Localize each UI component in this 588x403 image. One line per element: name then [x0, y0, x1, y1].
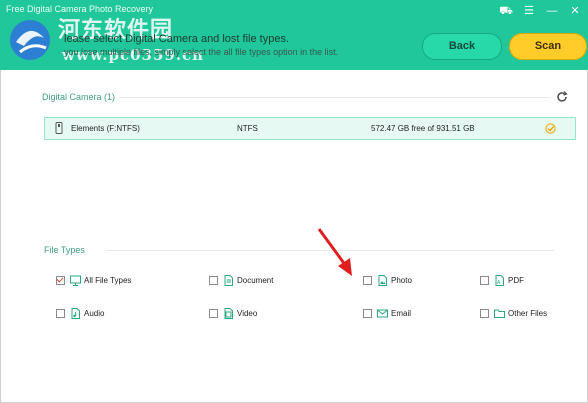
video-icon — [224, 307, 233, 319]
red-arrow-annotation — [317, 228, 352, 276]
monitor-icon — [70, 275, 81, 286]
sub-instruction-text: you lose multiple files, simply select t… — [64, 47, 339, 57]
pdf-icon: A — [495, 274, 504, 286]
folder-icon — [494, 309, 505, 318]
drive-row[interactable]: Elements (F:NTFS) NTFS 572.47 GB free of… — [44, 117, 576, 140]
drive-name: Elements (F:NTFS) — [71, 124, 140, 133]
store-icon[interactable]: ⛟ — [499, 4, 513, 18]
filetype-video-label: Video — [237, 308, 258, 318]
window-border-left — [0, 70, 1, 403]
checkbox-photo[interactable] — [363, 275, 372, 285]
app-logo-icon — [10, 20, 50, 60]
photo-icon — [378, 274, 387, 286]
checkbox-email[interactable] — [363, 308, 372, 318]
filetype-pdf[interactable]: A PDF — [480, 273, 524, 287]
checkbox-audio[interactable] — [56, 308, 65, 318]
filetype-audio-label: Audio — [84, 308, 105, 318]
refresh-icon[interactable] — [556, 91, 568, 103]
usb-drive-icon — [55, 122, 63, 134]
close-button[interactable]: ✕ — [568, 4, 582, 18]
back-button[interactable]: Back — [422, 33, 502, 60]
camera-section-divider — [120, 97, 550, 98]
filetype-other[interactable]: Other Files — [480, 306, 547, 320]
audio-icon — [71, 307, 80, 319]
filetype-pdf-label: PDF — [508, 275, 524, 285]
checkbox-video[interactable] — [209, 308, 218, 318]
file-types-title: File Types — [44, 245, 85, 255]
checkbox-pdf[interactable] — [480, 275, 489, 285]
menu-icon[interactable]: ☰ — [522, 4, 536, 18]
window-controls: ⛟ ☰ — ✕ — [499, 4, 582, 18]
checkbox-document[interactable] — [209, 275, 218, 285]
camera-section-title: Digital Camera (1) — [42, 92, 116, 102]
filetype-video[interactable]: Video — [209, 306, 257, 320]
filetype-photo-label: Photo — [391, 275, 412, 285]
filetype-audio[interactable]: Audio — [56, 306, 104, 320]
instruction-text: lease select Digital Camera and lost fil… — [64, 33, 289, 45]
filetype-document-label: Document — [237, 275, 274, 285]
scan-button[interactable]: Scan — [509, 33, 587, 60]
drive-space: 572.47 GB free of 931.51 GB — [371, 124, 475, 133]
filetype-other-label: Other Files — [508, 308, 548, 318]
email-icon — [377, 309, 388, 317]
filetype-all-label: All File Types — [84, 275, 132, 285]
checkbox-all-file-types[interactable] — [56, 275, 65, 285]
filetype-email[interactable]: Email — [363, 306, 411, 320]
header-bar: Free Digital Camera Photo Recovery 河东软件园… — [0, 0, 588, 70]
filetype-all[interactable]: All File Types — [56, 273, 131, 287]
filetype-document[interactable]: Document — [209, 273, 273, 287]
minimize-button[interactable]: — — [545, 4, 559, 18]
document-icon — [224, 274, 233, 286]
filetype-photo[interactable]: Photo — [363, 273, 412, 287]
filetype-email-label: Email — [391, 308, 412, 318]
checkbox-other-files[interactable] — [480, 308, 489, 318]
selected-check-icon — [545, 123, 556, 134]
drive-filesystem: NTFS — [237, 124, 258, 133]
